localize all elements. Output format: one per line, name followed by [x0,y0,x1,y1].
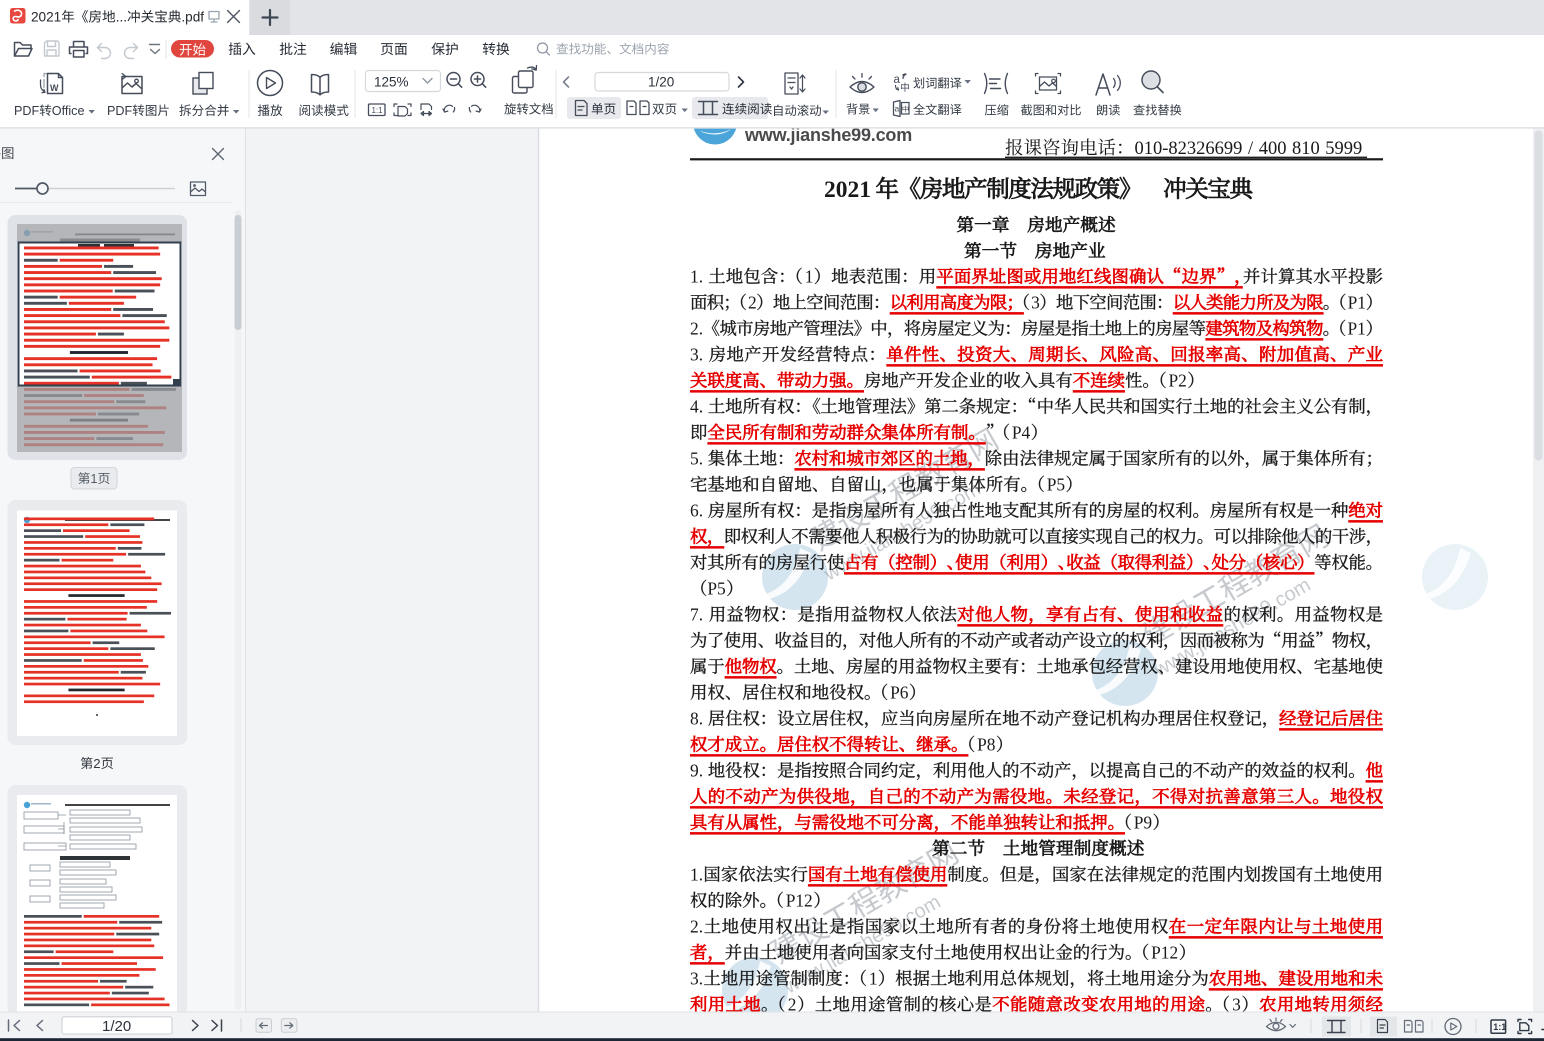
svg-text:2.: 2. [690,917,703,937]
svg-text:2021: 2021 [31,10,61,25]
svg-text:W: W [50,83,59,93]
svg-text:1/20: 1/20 [102,1018,131,1035]
svg-text:.pdf: .pdf [181,10,204,25]
svg-text:2: 2 [93,756,100,771]
svg-text:2021: 2021 [824,177,871,203]
svg-text:2.: 2. [690,319,703,339]
svg-text:P12: P12 [1151,943,1178,963]
svg-text:1/20: 1/20 [648,75,674,90]
svg-text:125%: 125% [374,75,409,90]
svg-text:1.: 1. [690,267,703,287]
svg-text:P8: P8 [977,735,996,755]
svg-text:010-82326699: 010-82326699 [1135,139,1243,159]
svg-text:1: 1 [869,969,878,989]
svg-text:1: 1 [805,267,814,287]
svg-text:1: 1 [90,471,97,486]
svg-text:2: 2 [748,293,757,313]
svg-text:P5: P5 [1047,475,1066,495]
svg-text:P6: P6 [890,683,909,703]
svg-text:a: a [895,104,900,114]
svg-text:7.: 7. [690,605,703,625]
svg-text:3.: 3. [690,345,703,365]
svg-text:9.: 9. [690,761,703,781]
svg-text:8.: 8. [690,709,703,729]
svg-text:1:1: 1:1 [372,106,384,115]
svg-text:Office: Office [52,104,85,118]
svg-text:P1: P1 [1348,293,1366,313]
svg-text:/: / [1248,139,1254,159]
svg-text:P12: P12 [786,891,813,911]
svg-text:P5: P5 [707,579,726,599]
svg-text:...: ... [116,10,127,25]
svg-text:P2: P2 [1169,371,1187,391]
svg-text:5.: 5. [690,449,703,469]
svg-text:PDF: PDF [14,104,39,118]
svg-text:5999: 5999 [1325,139,1362,159]
svg-text:P4: P4 [1012,423,1031,443]
svg-text:PDF: PDF [107,104,132,118]
svg-text:6.: 6. [690,501,703,521]
svg-text:P1: P1 [1348,319,1366,339]
svg-text:810: 810 [1292,139,1320,159]
svg-text:P9: P9 [1134,813,1152,833]
svg-text:400: 400 [1259,139,1287,159]
svg-text:a: a [894,74,901,86]
svg-text:1:1: 1:1 [1493,1022,1506,1032]
svg-text:4.: 4. [690,397,703,417]
svg-text:3: 3 [1031,293,1040,313]
svg-text:3.: 3. [690,969,703,989]
svg-text:1.: 1. [690,865,703,885]
